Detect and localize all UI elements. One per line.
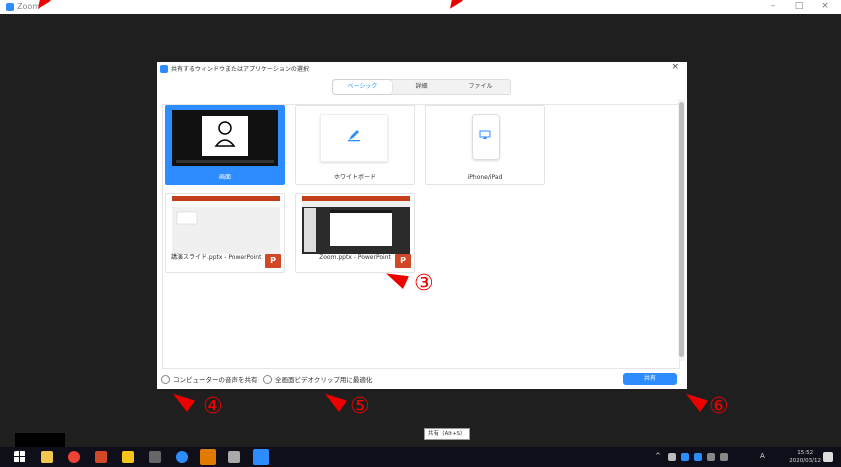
dialog-close-button[interactable]: × <box>671 62 679 72</box>
share-tile-ppt-zoom[interactable]: Zoom.pptx - PowerPoint P <box>295 193 415 273</box>
share-computer-audio-label: コンピューターの音声を共有 <box>173 376 258 384</box>
tray-icon[interactable] <box>681 453 689 461</box>
pen-icon <box>348 130 360 142</box>
close-button[interactable]: × <box>815 1 835 11</box>
zoom-logo-icon <box>160 65 168 73</box>
file-explorer-icon[interactable] <box>41 451 53 463</box>
annotation-arrow <box>168 387 196 413</box>
share-computer-audio-checkbox[interactable] <box>161 374 170 384</box>
annotation-arrow <box>681 387 709 413</box>
app-icon[interactable] <box>122 451 134 463</box>
ppt-window-thumbnail <box>172 196 280 254</box>
annotation-arrow <box>320 387 348 413</box>
app-icon[interactable] <box>228 451 240 463</box>
dialog-title: 共有するウィンドウまたはアプリケーションの選択 <box>171 66 309 73</box>
taskbar-clock[interactable]: 15:52 2020/03/12 <box>789 449 821 465</box>
optimize-video-checkbox[interactable] <box>263 374 272 384</box>
network-icon[interactable] <box>707 453 715 461</box>
airplay-icon <box>479 130 491 139</box>
clock-date: 2020/03/12 <box>789 458 821 464</box>
share-tooltip: 共有（Alt+S） <box>424 428 470 440</box>
chrome-icon[interactable] <box>68 451 80 463</box>
tab-bar: ベーシック 詳細 ファイル <box>332 79 511 95</box>
share-tile-label: iPhone/iPad <box>467 174 503 181</box>
annotation-marker-4: ④ <box>203 394 223 419</box>
zoom-titlebar: Zoom – □ × <box>0 0 841 14</box>
app-icon-active[interactable] <box>200 449 216 465</box>
share-tile-label: ホワイトボード <box>333 174 376 181</box>
annotation-marker-3: ③ <box>414 271 434 296</box>
zoom-taskbar-icon[interactable] <box>253 449 269 465</box>
screen-thumbnail <box>172 110 278 166</box>
ppt-window-thumbnail <box>302 196 410 254</box>
taskbar: ^ A 15:52 2020/03/12 <box>0 447 841 467</box>
annotation-marker-6: ⑥ <box>709 394 729 419</box>
share-tile-screen[interactable]: 画面 <box>165 105 285 185</box>
tab-advanced[interactable]: 詳細 <box>392 80 451 94</box>
scrollbar-thumb[interactable] <box>679 102 684 357</box>
app-icon[interactable] <box>176 451 188 463</box>
clock-time: 15:52 <box>797 450 814 456</box>
zoom-logo-icon <box>6 3 14 11</box>
ime-indicator[interactable]: A <box>760 452 765 460</box>
powerpoint-icon: P <box>265 254 281 268</box>
powerpoint-taskbar-icon[interactable] <box>95 451 107 463</box>
tab-files[interactable]: ファイル <box>451 80 510 94</box>
volume-icon[interactable] <box>720 453 728 461</box>
optimize-video-option[interactable]: 全画面ビデオクリップ用に最適化 <box>263 374 372 384</box>
tray-icon[interactable] <box>668 453 676 461</box>
share-tile-whiteboard[interactable]: ホワイトボード <box>295 105 415 185</box>
share-tile-ppt-lecture[interactable]: 講演スライド.pptx - PowerPoint P <box>165 193 285 273</box>
share-tile-iphone-ipad[interactable]: iPhone/iPad <box>425 105 545 185</box>
minimize-button[interactable]: – <box>763 1 783 11</box>
powerpoint-icon: P <box>395 254 411 268</box>
share-computer-audio-option[interactable]: コンピューターの音声を共有 <box>161 374 258 384</box>
app-icon[interactable] <box>149 451 161 463</box>
tray-icon[interactable] <box>694 453 702 461</box>
share-button[interactable]: 共有 <box>623 373 677 385</box>
optimize-video-label: 全画面ビデオクリップ用に最適化 <box>275 376 373 384</box>
redaction-box <box>15 433 65 447</box>
share-dialog: 共有するウィンドウまたはアプリケーションの選択 × ベーシック 詳細 ファイル … <box>157 62 687 389</box>
windows-start-icon[interactable] <box>14 451 26 463</box>
annotation-marker-5: ⑤ <box>350 394 370 419</box>
tray-expand-icon[interactable]: ^ <box>655 452 661 460</box>
maximize-button[interactable]: □ <box>789 1 809 11</box>
notification-icon[interactable] <box>823 452 833 462</box>
tab-basic[interactable]: ベーシック <box>333 80 392 94</box>
share-tile-label: 画面 <box>218 174 231 181</box>
